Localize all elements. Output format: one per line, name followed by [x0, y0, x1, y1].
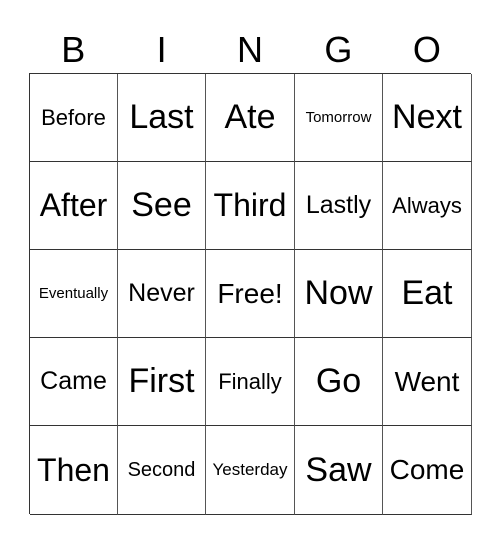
bingo-cell[interactable]: Then — [30, 426, 118, 515]
bingo-cell[interactable]: Saw — [295, 426, 383, 515]
bingo-cell[interactable]: First — [118, 338, 206, 426]
bingo-cell[interactable]: Eventually — [30, 250, 118, 338]
header-letter-o: O — [412, 29, 441, 70]
bingo-cell[interactable]: Never — [118, 250, 206, 338]
bingo-cell[interactable]: Tomorrow — [295, 74, 383, 162]
bingo-cell[interactable]: Always — [383, 162, 472, 250]
bingo-cell[interactable]: Yesterday — [206, 426, 295, 515]
bingo-cell[interactable]: After — [30, 162, 118, 250]
bingo-cell[interactable]: Now — [295, 250, 383, 338]
bingo-cell[interactable]: Second — [118, 426, 206, 515]
free-space[interactable]: Free! — [206, 250, 295, 338]
bingo-cell[interactable]: Go — [295, 338, 383, 426]
bingo-cell[interactable]: Ate — [206, 74, 295, 162]
header-letter-n: N — [237, 29, 264, 70]
bingo-header: B I N G O — [29, 28, 471, 72]
bingo-cell[interactable]: Before — [30, 74, 118, 162]
bingo-cell[interactable]: Eat — [383, 250, 472, 338]
bingo-cell[interactable]: See — [118, 162, 206, 250]
bingo-cell[interactable]: Next — [383, 74, 472, 162]
header-letter-b: B — [61, 29, 86, 70]
bingo-cell[interactable]: Come — [383, 426, 472, 515]
bingo-cell[interactable]: Came — [30, 338, 118, 426]
bingo-cell[interactable]: Third — [206, 162, 295, 250]
header-letter-g: G — [324, 29, 353, 70]
bingo-board: Before Last Ate Tomorrow Next After See … — [29, 73, 472, 515]
header-letter-i: I — [156, 29, 167, 70]
bingo-cell[interactable]: Went — [383, 338, 472, 426]
bingo-cell[interactable]: Last — [118, 74, 206, 162]
bingo-cell[interactable]: Lastly — [295, 162, 383, 250]
bingo-cell[interactable]: Finally — [206, 338, 295, 426]
